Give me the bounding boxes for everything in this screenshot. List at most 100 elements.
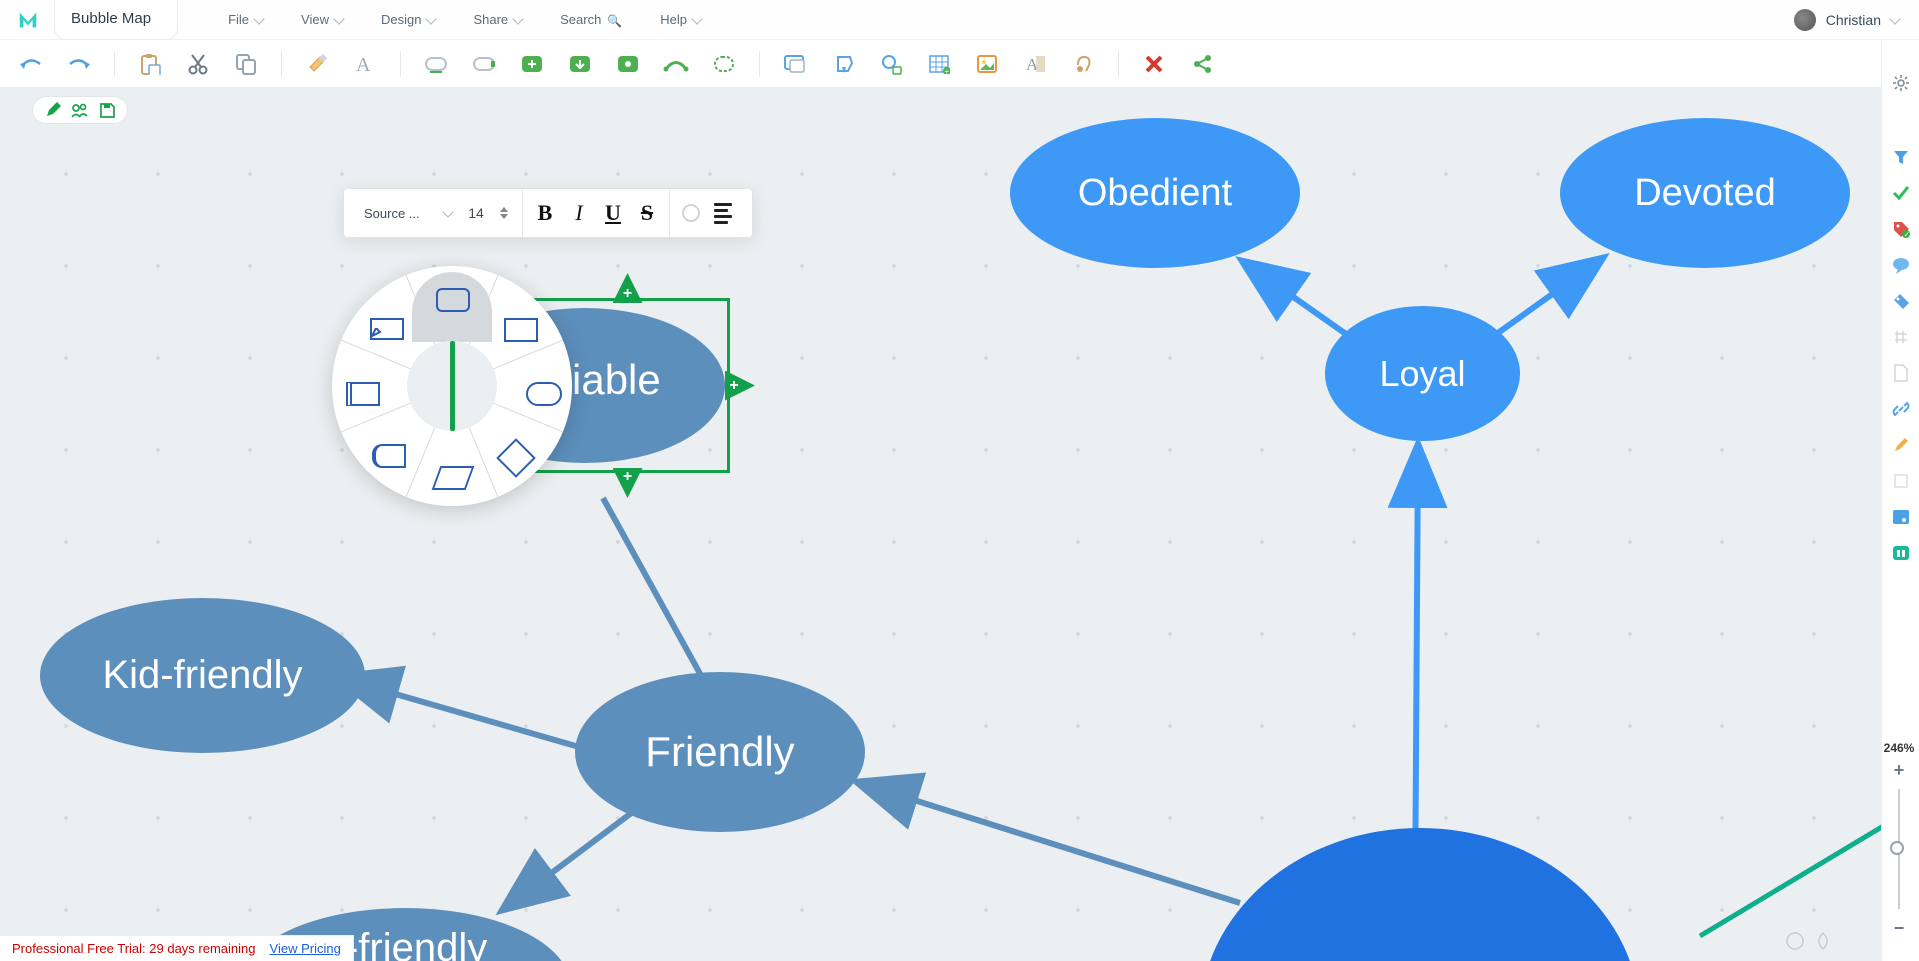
chevron-down-icon bbox=[442, 206, 453, 217]
text-style-button[interactable]: A bbox=[352, 52, 378, 76]
topic-outline-button[interactable] bbox=[423, 52, 449, 76]
format-paint-button[interactable] bbox=[304, 52, 330, 76]
align-button[interactable] bbox=[714, 203, 732, 224]
text-color-button[interactable] bbox=[682, 204, 700, 222]
font-size-input[interactable]: 14 bbox=[466, 205, 486, 221]
bubble-obedient[interactable]: Obedient bbox=[1010, 118, 1300, 268]
status-icons bbox=[1785, 931, 1833, 951]
italic-button[interactable]: I bbox=[569, 200, 589, 226]
right-rail: ✓ 246% + − bbox=[1881, 40, 1919, 961]
bubble-loyal[interactable]: Loyal bbox=[1325, 306, 1520, 441]
hash-icon[interactable] bbox=[1890, 326, 1912, 348]
separator bbox=[400, 51, 401, 77]
user-name: Christian bbox=[1826, 12, 1881, 28]
pencil-icon[interactable] bbox=[45, 102, 61, 118]
bold-button[interactable]: B bbox=[535, 200, 555, 226]
separator bbox=[281, 51, 282, 77]
zoom-thumb[interactable] bbox=[1890, 841, 1904, 855]
avatar bbox=[1794, 9, 1816, 31]
toolbar: A + A bbox=[0, 40, 1919, 88]
app-logo[interactable] bbox=[0, 0, 56, 40]
shape-rounded-rect[interactable] bbox=[436, 288, 470, 312]
undo-button[interactable] bbox=[18, 52, 44, 76]
view-pricing-link[interactable]: View Pricing bbox=[270, 941, 341, 956]
separator bbox=[114, 51, 115, 77]
redo-button[interactable] bbox=[66, 52, 92, 76]
zoom-slider[interactable] bbox=[1898, 789, 1900, 909]
user-menu[interactable]: Christian bbox=[1794, 9, 1899, 31]
shape-note[interactable] bbox=[370, 318, 404, 340]
font-art-button[interactable]: A bbox=[1022, 52, 1048, 76]
add-subtopic-button[interactable] bbox=[615, 52, 641, 76]
comment-bubble-icon[interactable] bbox=[1890, 254, 1912, 276]
shape-pill[interactable] bbox=[526, 382, 562, 406]
menu-view[interactable]: View bbox=[301, 12, 343, 27]
shape-cylinder[interactable] bbox=[372, 444, 406, 468]
separator bbox=[1118, 51, 1119, 77]
menu-share[interactable]: Share bbox=[473, 12, 522, 27]
bubble-label: Kid-friendly bbox=[102, 653, 302, 698]
underline-button[interactable]: U bbox=[603, 200, 623, 226]
zoom-out-button[interactable]: − bbox=[1894, 919, 1905, 937]
menu-design[interactable]: Design bbox=[381, 12, 435, 27]
font-select[interactable]: Source ... bbox=[364, 206, 430, 221]
delete-button[interactable] bbox=[1141, 52, 1167, 76]
link-icon[interactable] bbox=[1890, 398, 1912, 420]
cut-button[interactable] bbox=[185, 52, 211, 76]
tag-red-icon[interactable]: ✓ bbox=[1890, 218, 1912, 240]
bubble-devoted[interactable]: Devoted bbox=[1560, 118, 1850, 268]
topic-side-button[interactable] bbox=[471, 52, 497, 76]
svg-text:A: A bbox=[356, 54, 371, 75]
zoom-percent: 246% bbox=[1884, 741, 1915, 755]
collab-icon[interactable] bbox=[71, 102, 89, 118]
pencil-yellow-icon[interactable] bbox=[1890, 434, 1912, 456]
paste-button[interactable] bbox=[137, 52, 163, 76]
comment-button[interactable] bbox=[782, 52, 808, 76]
menu-search[interactable]: Search🔍 bbox=[560, 12, 622, 27]
image-button[interactable] bbox=[974, 52, 1000, 76]
canvas[interactable]: Obedient Devoted Loyal Kid-friendly Frie… bbox=[0, 88, 1881, 961]
shape-card[interactable] bbox=[346, 382, 380, 406]
checkmark-icon[interactable] bbox=[1890, 182, 1912, 204]
zoom-control: 246% + − bbox=[1881, 741, 1917, 937]
add-topic-down-button[interactable] bbox=[567, 52, 593, 76]
save-icon[interactable] bbox=[99, 102, 115, 118]
boundary-button[interactable] bbox=[711, 52, 737, 76]
map-thumb-icon[interactable] bbox=[1890, 506, 1912, 528]
relationship-button[interactable] bbox=[663, 52, 689, 76]
strike-button[interactable]: S bbox=[637, 200, 657, 226]
menu-help[interactable]: Help bbox=[660, 12, 701, 27]
spreadsheet-button[interactable]: + bbox=[926, 52, 952, 76]
add-topic-button[interactable] bbox=[519, 52, 545, 76]
filter-icon[interactable] bbox=[1890, 146, 1912, 168]
font-size-spinner[interactable] bbox=[500, 207, 510, 219]
copy-button[interactable] bbox=[233, 52, 259, 76]
menu-file[interactable]: File bbox=[228, 12, 263, 27]
bubble-friendly[interactable]: Friendly bbox=[575, 672, 865, 832]
trial-bar: Professional Free Trial: 29 days remaini… bbox=[0, 935, 354, 961]
bubble-kid-friendly[interactable]: Kid-friendly bbox=[40, 598, 365, 753]
attach-button[interactable] bbox=[1070, 52, 1096, 76]
book-icon[interactable] bbox=[1890, 470, 1912, 492]
document-title-tab[interactable]: Bubble Map bbox=[54, 0, 178, 40]
chevron-down-icon bbox=[253, 13, 264, 24]
text-format-toolbar: Source ... 14 B I U S bbox=[343, 188, 753, 238]
fill-button[interactable] bbox=[830, 52, 856, 76]
chevron-down-icon bbox=[691, 13, 702, 24]
gear-icon[interactable] bbox=[1890, 72, 1912, 94]
price-tag-icon[interactable] bbox=[1890, 290, 1912, 312]
shape-rect[interactable] bbox=[504, 318, 538, 342]
panel-icon[interactable] bbox=[1890, 542, 1912, 564]
shape-diamond[interactable] bbox=[496, 438, 536, 478]
shape-radial-menu[interactable] bbox=[332, 266, 572, 506]
shape-parallelogram[interactable] bbox=[432, 466, 475, 490]
separator bbox=[759, 51, 760, 77]
zoom-in-button[interactable]: + bbox=[1894, 761, 1905, 779]
bubble-label: Loyal bbox=[1379, 353, 1465, 395]
share-button[interactable] bbox=[1189, 52, 1215, 76]
bubble-label: Obedient bbox=[1078, 172, 1232, 215]
find-replace-button[interactable] bbox=[878, 52, 904, 76]
doc-icon[interactable] bbox=[1890, 362, 1912, 384]
chevron-down-icon bbox=[512, 13, 523, 24]
menubar: Bubble Map File View Design Share Search… bbox=[0, 0, 1919, 40]
